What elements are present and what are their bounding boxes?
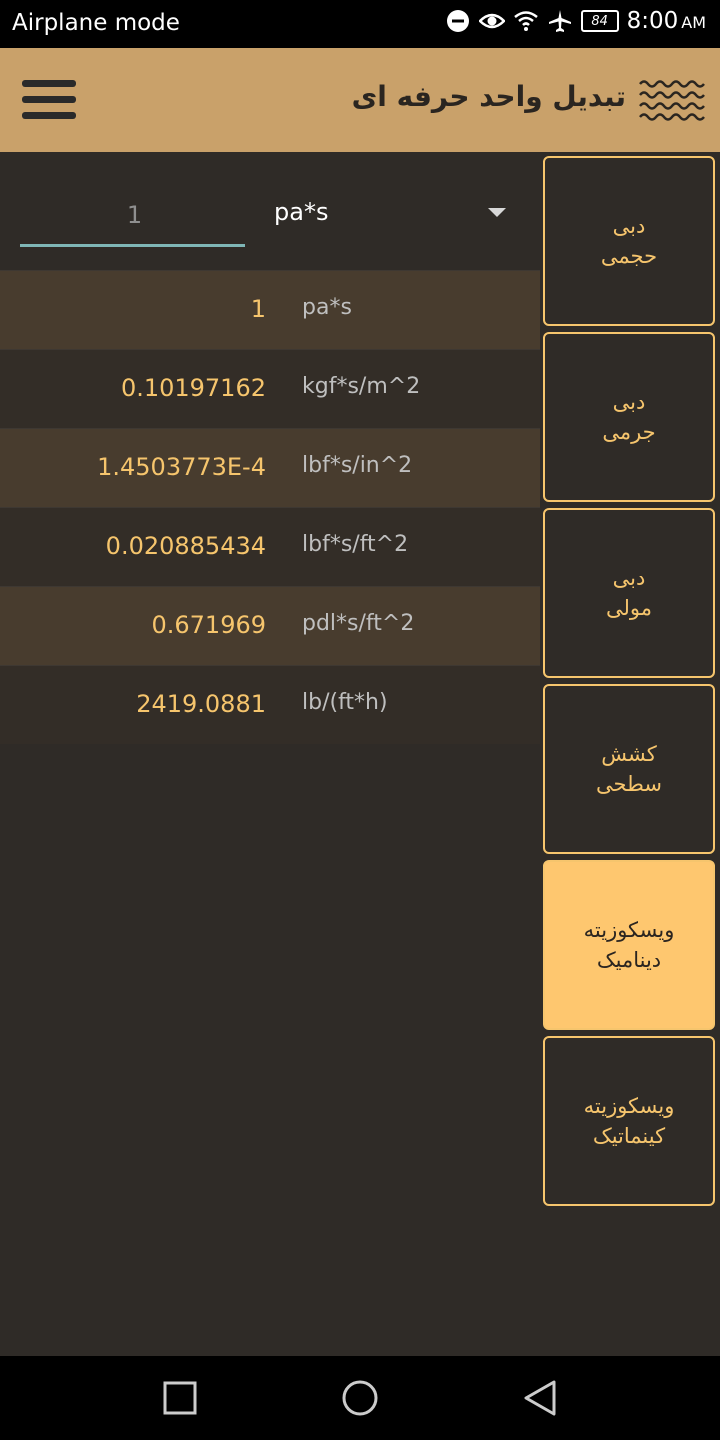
clock-ampm: AM	[681, 13, 706, 32]
home-icon[interactable]	[340, 1378, 380, 1418]
category-tabs: دبی حجمی دبی جرمی دبی مولی کشش سطحی ویسک…	[543, 156, 715, 1212]
tab-label: ویسکوزیته دینامیک	[583, 918, 675, 972]
unit-dropdown-value: pa*s	[274, 198, 329, 226]
converter-panel: pa*s	[0, 152, 540, 270]
eye-icon	[478, 8, 505, 34]
result-value: 1.4503773E-4	[97, 453, 266, 481]
tab-molar-flow[interactable]: دبی مولی	[543, 508, 715, 678]
tab-label: ویسکوزیته کینماتیک	[583, 1094, 675, 1148]
waves-logo-icon	[639, 80, 705, 121]
tab-label: دبی مولی	[606, 566, 652, 620]
results-list: 1 pa*s 0.10197162 kgf*s/m^2 1.4503773E-4…	[0, 270, 540, 744]
app-bar: تبدیل واحد حرفه ای	[0, 48, 720, 152]
result-unit: pa*s	[302, 295, 352, 320]
clock: 8:00 AM	[627, 8, 706, 34]
hamburger-icon[interactable]	[22, 80, 76, 120]
result-unit: lbf*s/ft^2	[302, 532, 409, 557]
tab-volumetric-flow[interactable]: دبی حجمی	[543, 156, 715, 326]
result-row: 1 pa*s	[0, 270, 540, 349]
dropdown-arrow-icon	[488, 208, 506, 217]
dnd-icon	[445, 8, 471, 34]
recent-apps-icon[interactable]	[160, 1378, 200, 1418]
status-icons: 84 8:00 AM	[445, 8, 706, 34]
wifi-icon	[513, 8, 539, 34]
tab-dynamic-viscosity[interactable]: ویسکوزیته دینامیک	[543, 860, 715, 1030]
result-value: 1	[250, 295, 266, 323]
unit-dropdown[interactable]: pa*s	[274, 192, 514, 236]
tab-label: دبی جرمی	[602, 390, 656, 444]
result-unit: lb/(ft*h)	[302, 690, 388, 715]
back-icon[interactable]	[520, 1378, 560, 1418]
tab-label: کشش سطحی	[596, 742, 662, 796]
result-row: 1.4503773E-4 lbf*s/in^2	[0, 428, 540, 507]
value-input-wrapper	[20, 192, 249, 247]
result-unit: pdl*s/ft^2	[302, 611, 415, 636]
result-unit: kgf*s/m^2	[302, 374, 421, 399]
battery-indicator: 84	[580, 10, 619, 32]
tab-mass-flow[interactable]: دبی جرمی	[543, 332, 715, 502]
result-value: 0.10197162	[120, 374, 266, 402]
result-value: 2419.0881	[136, 690, 266, 718]
app-title: تبدیل واحد حرفه ای	[351, 80, 626, 113]
airplane-icon	[547, 8, 573, 34]
tab-kinematic-viscosity[interactable]: ویسکوزیته کینماتیک	[543, 1036, 715, 1206]
result-value: 0.020885434	[105, 532, 266, 560]
result-row: 0.020885434 lbf*s/ft^2	[0, 507, 540, 586]
airplane-mode-label: Airplane mode	[12, 10, 180, 36]
status-bar: Airplane mode 84 8:00 AM	[0, 0, 720, 48]
result-row: 0.671969 pdl*s/ft^2	[0, 586, 540, 665]
value-input[interactable]	[20, 192, 249, 238]
result-row: 2419.0881 lb/(ft*h)	[0, 665, 540, 744]
result-row: 0.10197162 kgf*s/m^2	[0, 349, 540, 428]
navigation-bar	[0, 1356, 720, 1440]
clock-time: 8:00	[626, 8, 679, 34]
tab-surface-tension[interactable]: کشش سطحی	[543, 684, 715, 854]
result-unit: lbf*s/in^2	[302, 453, 413, 478]
tab-label: دبی حجمی	[600, 214, 658, 268]
result-value: 0.671969	[151, 611, 266, 639]
